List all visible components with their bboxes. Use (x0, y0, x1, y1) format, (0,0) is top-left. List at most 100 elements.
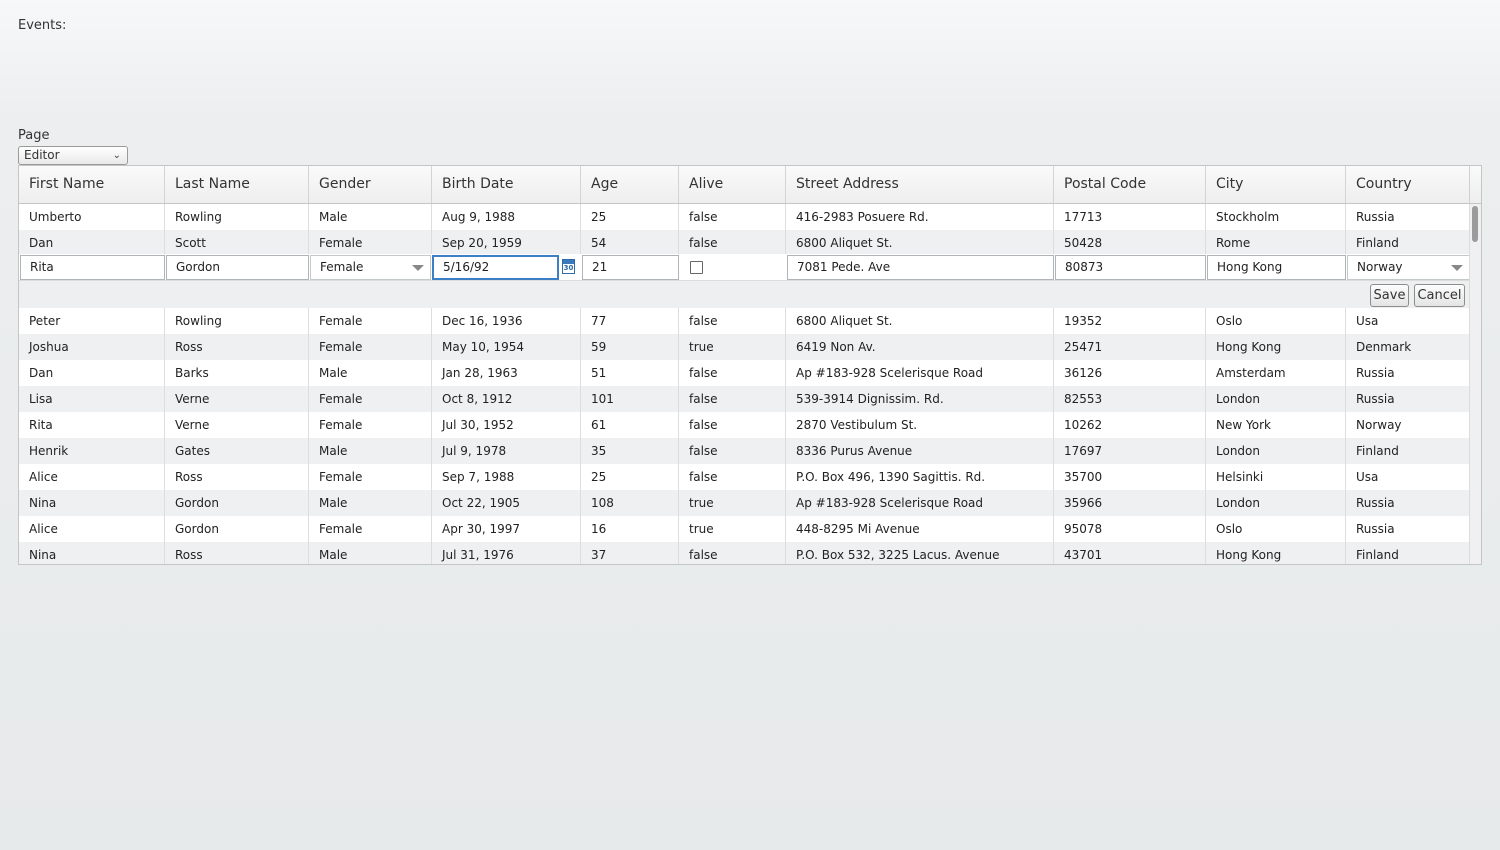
cancel-button[interactable]: Cancel (1414, 284, 1465, 307)
cell-last-name: Gordon (165, 490, 309, 516)
cell-age: 25 (581, 204, 679, 230)
cell-gender: Female (309, 308, 432, 334)
cell-alive: true (679, 490, 786, 516)
save-button[interactable]: Save (1370, 284, 1409, 307)
column-header-birth-date[interactable]: Birth Date (432, 166, 581, 203)
cell-age: 35 (581, 438, 679, 464)
column-header-last-name[interactable]: Last Name (165, 166, 309, 203)
cell-last-name: Barks (165, 360, 309, 386)
cell-last-name: Verne (165, 386, 309, 412)
street-address-field[interactable]: 7081 Pede. Ave (787, 255, 1054, 280)
cell-postal-code: 10262 (1054, 412, 1206, 438)
page-select[interactable]: Editor ⌄ (18, 146, 128, 165)
postal-code-field[interactable]: 80873 (1055, 255, 1206, 280)
cell-street-address: 2870 Vestibulum St. (786, 412, 1054, 438)
cell-country: Finland (1356, 548, 1399, 562)
cell-gender: Female (309, 386, 432, 412)
cell-city: New York (1206, 412, 1346, 438)
cell-birth-date: Jan 28, 1963 (432, 360, 581, 386)
table-row[interactable]: Dan Barks Male Jan 28, 1963 51 false Ap #183-9… (19, 360, 1471, 386)
gender-combobox-value: Female (320, 260, 364, 274)
cell-street-address: 6419 Non Av. (786, 334, 1054, 360)
table-row[interactable]: Alice Ross Female Sep 7, 1988 25 false P.O. Bo… (19, 464, 1471, 490)
table-row[interactable]: Umberto Rowling Male Aug 9, 1988 25 false 416-… (19, 204, 1471, 230)
cell-country: Russia (1356, 522, 1395, 536)
cell-age: 25 (581, 464, 679, 490)
table-row[interactable]: Henrik Gates Male Jul 9, 1978 35 false 8336 Pu… (19, 438, 1471, 464)
cell-postal-code: 17713 (1054, 204, 1206, 230)
cell-age: 101 (581, 386, 679, 412)
cell-first-name: Joshua (19, 334, 165, 360)
birth-date-field[interactable]: 5/16/92 (432, 255, 559, 280)
cell-birth-date: Oct 22, 1905 (432, 490, 581, 516)
table-row[interactable]: Joshua Ross Female May 10, 1954 59 true 6419 N… (19, 334, 1471, 360)
cell-postal-code: 82553 (1054, 386, 1206, 412)
first-name-field[interactable]: Rita (20, 255, 165, 280)
column-header-street-address[interactable]: Street Address (786, 166, 1054, 203)
column-header-age[interactable]: Age (581, 166, 679, 203)
table-row[interactable]: Lisa Verne Female Oct 8, 1912 101 false 539-39… (19, 386, 1471, 412)
city-field[interactable]: Hong Kong (1207, 255, 1346, 280)
chevron-down-icon: ⌄ (112, 150, 121, 161)
cell-city: Oslo (1206, 516, 1346, 542)
cell-street-address: 8336 Purus Avenue (786, 438, 1054, 464)
cell-gender: Female (309, 230, 432, 256)
cell-last-name: Scott (165, 230, 309, 256)
alive-checkbox[interactable] (690, 261, 703, 274)
dropdown-arrow-icon[interactable] (1451, 265, 1463, 271)
cell-first-name: Alice (19, 516, 165, 542)
table-row[interactable]: Rita Verne Female Jul 30, 1952 61 false 2870 V… (19, 412, 1471, 438)
cell-first-name: Peter (19, 308, 165, 334)
column-header-first-name[interactable]: First Name (19, 166, 165, 203)
gender-combobox[interactable]: Female (310, 255, 431, 280)
cell-country: Finland (1356, 444, 1399, 458)
cell-age: 108 (581, 490, 679, 516)
cell-country: Russia (1356, 366, 1395, 380)
cell-street-address: 416-2983 Posuere Rd. (786, 204, 1054, 230)
column-header-country[interactable]: Country (1346, 166, 1471, 203)
table-row[interactable]: Alice Gordon Female Apr 30, 1997 16 true 448-8… (19, 516, 1471, 542)
column-header-alive[interactable]: Alive (679, 166, 786, 203)
cell-city: Amsterdam (1206, 360, 1346, 386)
vertical-scrollbar[interactable] (1469, 204, 1481, 564)
cell-alive: true (679, 334, 786, 360)
cell-alive: true (679, 516, 786, 542)
cell-birth-date: Apr 30, 1997 (432, 516, 581, 542)
editor-button-bar: Save Cancel (19, 280, 1471, 310)
cell-first-name: Nina (19, 542, 165, 564)
cell-postal-code: 19352 (1054, 308, 1206, 334)
scrollbar-thumb[interactable] (1472, 206, 1478, 242)
cell-gender: Male (309, 542, 432, 564)
table-row[interactable]: Nina Ross Male Jul 31, 1976 37 false P.O. Box … (19, 542, 1471, 564)
cell-country: Russia (1356, 210, 1395, 224)
cell-gender: Male (309, 204, 432, 230)
cell-postal-code: 25471 (1054, 334, 1206, 360)
column-header-gender[interactable]: Gender (309, 166, 432, 203)
cell-first-name: Henrik (19, 438, 165, 464)
cell-street-address: P.O. Box 532, 3225 Lacus. Avenue (786, 542, 1054, 564)
cell-postal-code: 35700 (1054, 464, 1206, 490)
age-field[interactable]: 21 (582, 255, 679, 280)
cell-gender: Male (309, 438, 432, 464)
table-row[interactable]: Nina Gordon Male Oct 22, 1905 108 true Ap #183… (19, 490, 1471, 516)
cell-country: Usa (1356, 314, 1379, 328)
country-combobox[interactable]: Norway (1347, 255, 1470, 280)
dropdown-arrow-icon[interactable] (412, 265, 424, 271)
cell-first-name: Lisa (19, 386, 165, 412)
grid-header: First Name Last Name Gender Birth Date A… (19, 166, 1471, 204)
last-name-field[interactable]: Gordon (166, 255, 309, 280)
cell-birth-date: Sep 7, 1988 (432, 464, 581, 490)
cell-country: Norway (1356, 418, 1402, 432)
cell-birth-date: May 10, 1954 (432, 334, 581, 360)
cell-city: London (1206, 386, 1346, 412)
cell-birth-date: Aug 9, 1988 (432, 204, 581, 230)
table-row[interactable]: Peter Rowling Female Dec 16, 1936 77 false 680… (19, 308, 1471, 334)
cell-alive: false (679, 542, 786, 564)
cell-birth-date: Jul 31, 1976 (432, 542, 581, 564)
column-header-postal-code[interactable]: Postal Code (1054, 166, 1206, 203)
cell-first-name: Dan (19, 360, 165, 386)
column-header-city[interactable]: City (1206, 166, 1346, 203)
calendar-icon[interactable]: 30 (562, 259, 575, 274)
cell-city: Hong Kong (1206, 334, 1346, 360)
table-row[interactable]: Dan Scott Female Sep 20, 1959 54 false 6800 Al… (19, 230, 1471, 256)
